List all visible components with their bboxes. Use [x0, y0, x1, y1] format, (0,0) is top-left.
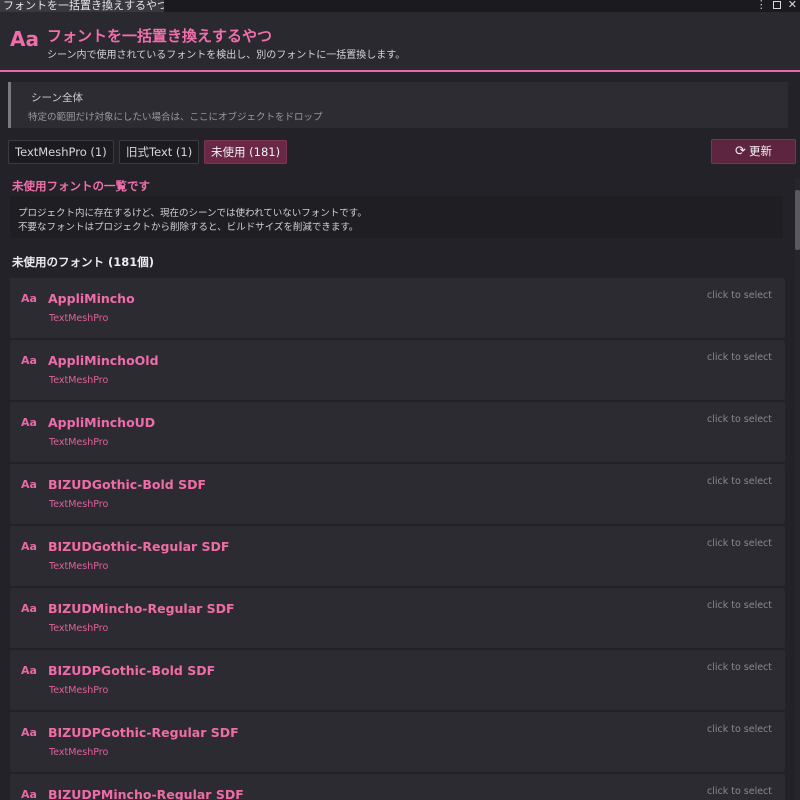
refresh-label: 更新	[748, 144, 772, 158]
font-list-item[interactable]: Aa AppliMincho TextMeshPro click to sele…	[10, 278, 785, 338]
font-icon: Aa	[21, 292, 37, 305]
font-icon: Aa	[21, 540, 37, 553]
font-list-item[interactable]: Aa BIZUDMincho-Regular SDF TextMeshPro c…	[10, 588, 785, 648]
select-hint: click to select	[706, 476, 772, 487]
font-list-item[interactable]: Aa BIZUDPMincho-Regular SDF TextMeshPro …	[10, 774, 785, 800]
close-icon[interactable]: ✕	[788, 0, 797, 11]
window-tab-bar: フォントを一括置き換えするやつ ⋮ ✕	[0, 0, 800, 12]
font-list-item[interactable]: Aa AppliMinchoOld TextMeshPro click to s…	[10, 340, 785, 400]
font-icon: Aa	[21, 602, 37, 615]
font-name: BIZUDMincho-Regular SDF	[48, 601, 235, 616]
unused-info-box: プロジェクト内に存在するけど、現在のシーンでは使われていないフォントです。 不要…	[10, 196, 783, 238]
font-icon: Aa	[21, 416, 37, 429]
font-type: TextMeshPro	[49, 499, 109, 510]
font-list-item[interactable]: Aa BIZUDGothic-Bold SDF TextMeshPro clic…	[10, 464, 785, 524]
select-hint: click to select	[706, 724, 772, 735]
font-type: TextMeshPro	[49, 623, 109, 634]
font-name: AppliMincho	[48, 291, 135, 306]
font-type: TextMeshPro	[49, 561, 109, 572]
select-hint: click to select	[706, 538, 772, 549]
select-hint: click to select	[706, 414, 772, 425]
filter-tab-textmeshpro[interactable]: TextMeshPro (1)	[8, 140, 114, 164]
page-subtitle: シーン内で使用されているフォントを検出し、別のフォントに一括置換します。	[47, 50, 406, 61]
filter-tab-unused[interactable]: 未使用 (181)	[204, 140, 288, 164]
page-title: フォントを一括置き換えするやつ	[47, 27, 273, 45]
font-name: BIZUDPMincho-Regular SDF	[48, 787, 244, 800]
unused-font-count-heading: 未使用のフォント (181個)	[12, 255, 155, 269]
scrollbar-thumb[interactable]	[795, 190, 800, 250]
font-logo-icon: Aa	[10, 27, 39, 51]
font-icon: Aa	[21, 726, 37, 739]
font-name: BIZUDPGothic-Bold SDF	[48, 663, 216, 678]
font-type: TextMeshPro	[49, 747, 109, 758]
refresh-icon: ⟳	[735, 144, 746, 159]
font-icon: Aa	[21, 478, 37, 491]
unused-fonts-heading: 未使用フォントの一覧です	[12, 179, 150, 193]
kebab-menu-icon[interactable]: ⋮	[756, 0, 767, 11]
window-controls: ⋮ ✕	[756, 0, 797, 11]
font-type: TextMeshPro	[49, 375, 109, 386]
font-list-item[interactable]: Aa BIZUDGothic-Regular SDF TextMeshPro c…	[10, 526, 785, 586]
font-type: TextMeshPro	[49, 685, 109, 696]
select-hint: click to select	[706, 600, 772, 611]
select-hint: click to select	[706, 786, 772, 797]
list-scrollbar[interactable]	[795, 178, 800, 800]
font-list-item[interactable]: Aa BIZUDPGothic-Bold SDF TextMeshPro cli…	[10, 650, 785, 710]
scope-hint: 特定の範囲だけ対象にしたい場合は、ここにオブジェクトをドロップ	[28, 112, 323, 123]
font-name: AppliMinchoOld	[48, 353, 159, 368]
info-line-1: プロジェクト内に存在するけど、現在のシーンでは使われていないフォントです。	[18, 208, 367, 219]
scope-title: シーン全体	[31, 92, 83, 104]
font-list-item[interactable]: Aa BIZUDPGothic-Regular SDF TextMeshPro …	[10, 712, 785, 772]
scope-drop-zone[interactable]: シーン全体 特定の範囲だけ対象にしたい場合は、ここにオブジェクトをドロップ	[8, 82, 788, 128]
filter-tab-legacy-text[interactable]: 旧式Text (1)	[119, 140, 200, 164]
select-hint: click to select	[706, 290, 772, 301]
font-type: TextMeshPro	[49, 437, 109, 448]
font-name: AppliMinchoUD	[48, 415, 156, 430]
font-list-item[interactable]: Aa AppliMinchoUD TextMeshPro click to se…	[10, 402, 785, 462]
font-name: BIZUDPGothic-Regular SDF	[48, 725, 239, 740]
font-icon: Aa	[21, 664, 37, 677]
window-tab[interactable]: フォントを一括置き換えするやつ	[0, 0, 164, 12]
select-hint: click to select	[706, 352, 772, 363]
font-icon: Aa	[21, 788, 37, 800]
font-list: Aa AppliMincho TextMeshPro click to sele…	[10, 278, 785, 800]
refresh-button[interactable]: ⟳ 更新	[711, 139, 796, 164]
tool-header: Aa フォントを一括置き換えするやつ シーン内で使用されているフォントを検出し、…	[0, 12, 800, 72]
font-type: TextMeshPro	[49, 313, 109, 324]
font-name: BIZUDGothic-Bold SDF	[48, 477, 206, 492]
select-hint: click to select	[706, 662, 772, 673]
font-name: BIZUDGothic-Regular SDF	[48, 539, 230, 554]
info-line-2: 不要なフォントはプロジェクトから削除すると、ビルドサイズを削減できます。	[18, 222, 359, 233]
font-icon: Aa	[21, 354, 37, 367]
maximize-icon[interactable]	[772, 1, 781, 9]
